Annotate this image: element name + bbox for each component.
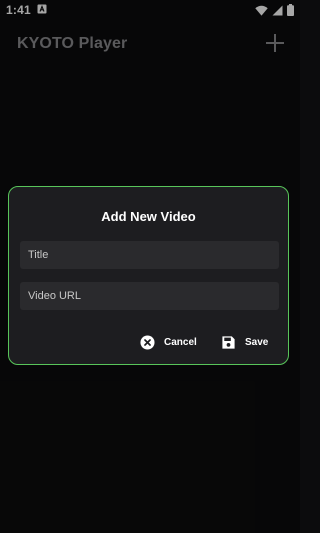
save-floppy-icon — [222, 335, 235, 349]
save-button[interactable]: Save — [221, 333, 268, 351]
add-video-dialog: Add New Video Cancel Save — [8, 186, 289, 365]
dialog-title: Add New Video — [101, 209, 196, 224]
cancel-button[interactable]: Cancel — [140, 333, 197, 351]
title-input[interactable] — [20, 241, 279, 269]
cancel-label: Cancel — [164, 336, 197, 348]
video-url-input[interactable] — [20, 282, 279, 310]
app-screen: 1:41 KYOTO Player Add New Video Title Vi… — [0, 0, 300, 533]
close-circle-icon — [140, 334, 155, 350]
save-label: Save — [245, 336, 269, 348]
